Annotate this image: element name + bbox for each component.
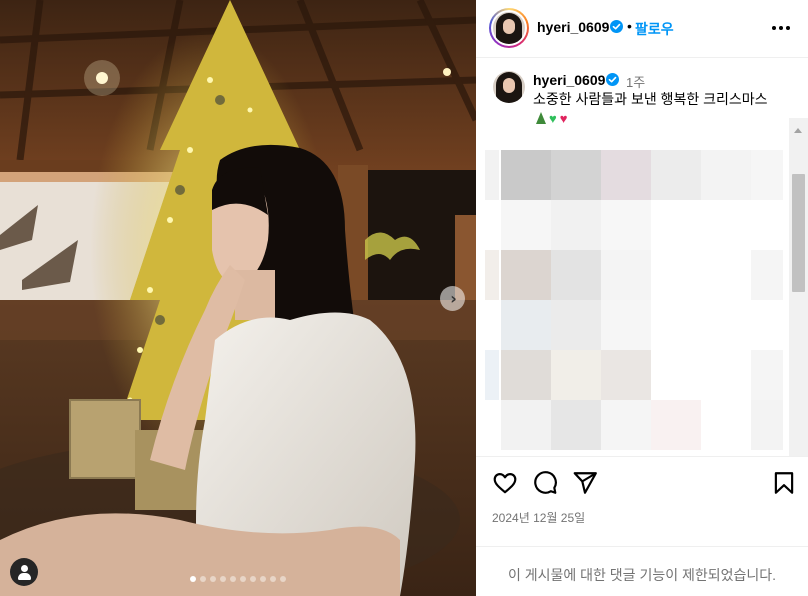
carousel-dot (250, 576, 256, 582)
scroll-up-icon[interactable] (794, 128, 802, 133)
caption-body: 소중한 사람들과 보낸 행복한 크리스마스 (533, 91, 768, 107)
red-heart-icon: ♥ (559, 111, 568, 126)
carousel-dot (240, 576, 246, 582)
caption-text: 소중한 사람들과 보낸 행복한 크리스마스 ♥ ♥ (533, 90, 773, 128)
chevron-right-icon: › (450, 288, 457, 308)
carousel-dot (270, 576, 276, 582)
caption-avatar[interactable] (493, 71, 525, 103)
christmas-tree-icon (536, 112, 546, 124)
post-header: hyeri_0609 • 팔로우 (476, 0, 808, 58)
scrollbar-thumb[interactable] (792, 174, 805, 292)
carousel-dot (210, 576, 216, 582)
christmas-photo-illustration (0, 0, 476, 596)
send-icon[interactable] (572, 470, 598, 496)
loading-placeholder-comments (485, 150, 783, 456)
heart-icon[interactable] (492, 470, 518, 496)
more-options-icon[interactable] (772, 20, 792, 36)
green-heart-icon: ♥ (549, 111, 557, 126)
profile-avatar[interactable] (489, 8, 529, 48)
comment-icon[interactable] (532, 470, 558, 496)
next-image-button[interactable]: › (440, 286, 465, 311)
user-tag-icon (21, 565, 28, 572)
comments-area[interactable]: hyeri_0609 1주 소중한 사람들과 보낸 행복한 크리스마스 ♥ ♥ (476, 59, 808, 457)
carousel-dot (230, 576, 236, 582)
comments-disabled-notice: 이 게시물에 대한 댓글 기능이 제한되었습니다. (476, 546, 808, 596)
carousel-dot (220, 576, 226, 582)
carousel-dot (200, 576, 206, 582)
post-photo: › (0, 0, 476, 596)
header-separator: • (627, 18, 632, 34)
verified-badge-icon (606, 73, 619, 86)
post-side-panel: hyeri_0609 • 팔로우 hyeri_0609 1주 소중한 사람들과 … (476, 0, 808, 596)
caption-username[interactable]: hyeri_0609 (533, 72, 605, 88)
carousel-dot (190, 576, 196, 582)
post-date[interactable]: 2024년 12월 25일 (492, 509, 585, 526)
comments-scrollbar[interactable] (789, 118, 808, 456)
carousel-dot (260, 576, 266, 582)
carousel-dot (280, 576, 286, 582)
carousel-indicator (0, 576, 476, 582)
follow-button[interactable]: 팔로우 (635, 19, 674, 39)
header-username[interactable]: hyeri_0609 (537, 19, 609, 35)
comments-disabled-text: 이 게시물에 대한 댓글 기능이 제한되었습니다. (507, 567, 777, 583)
caption-timestamp[interactable]: 1주 (626, 72, 645, 91)
verified-badge-icon (610, 20, 623, 33)
bookmark-icon[interactable] (771, 470, 797, 496)
post-actions (476, 470, 808, 500)
